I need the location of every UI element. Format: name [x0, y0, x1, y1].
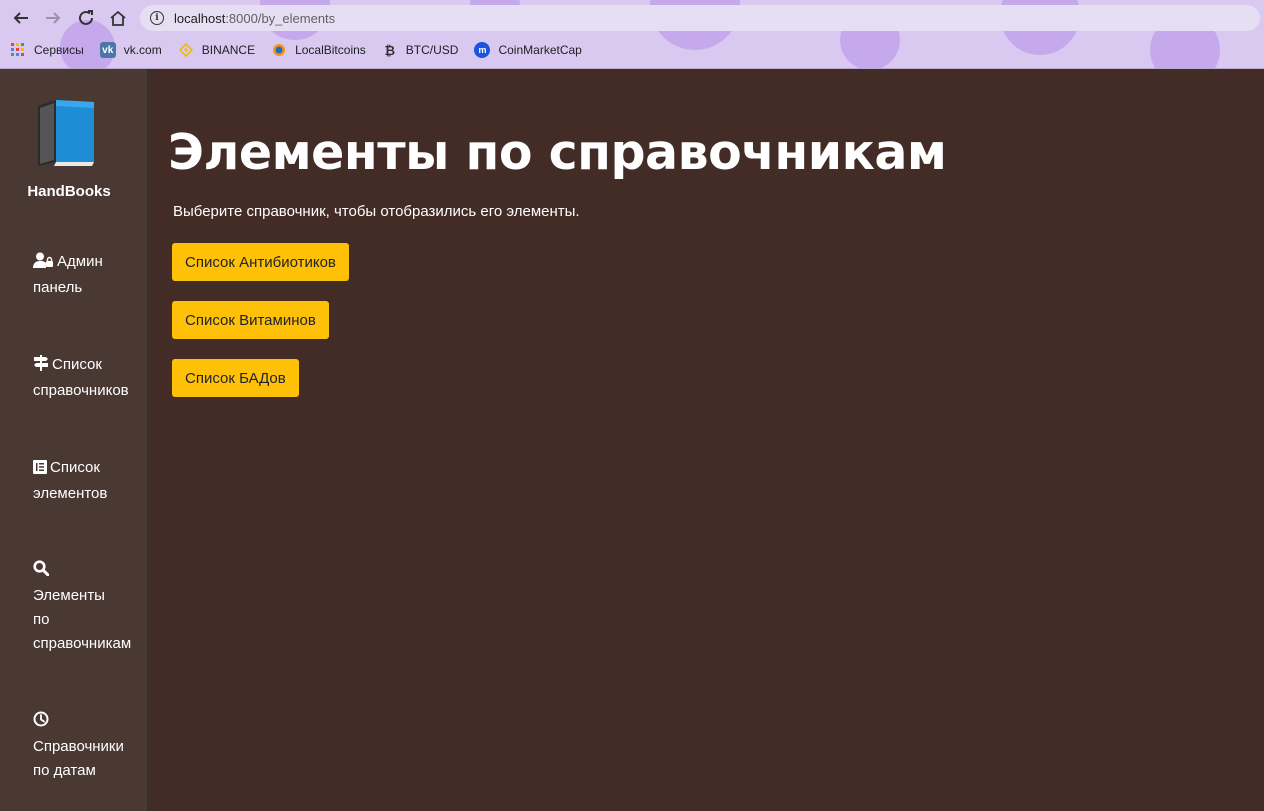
antibiotics-list-button[interactable]: Список Антибиотиков [172, 243, 349, 281]
apps-grid-icon [10, 42, 26, 58]
clock-icon [33, 711, 49, 735]
sidebar-item-elements[interactable]: Список элементов [33, 456, 145, 506]
list-box-icon [33, 458, 47, 482]
binance-icon [178, 42, 194, 58]
home-button[interactable] [107, 7, 129, 29]
sidebar-item-by-handbooks[interactable]: Элементы по справочникам [33, 558, 145, 656]
book-logo-icon[interactable] [34, 98, 96, 168]
page-title: Элементы по справочникам [168, 124, 947, 181]
vitamins-list-button[interactable]: Список Витаминов [172, 301, 329, 339]
bookmark-binance[interactable]: BINANCE [178, 42, 255, 58]
page-subtitle: Выберите справочник, чтобы отобразились … [173, 203, 580, 220]
bookmark-btcusd[interactable]: ₿ BTC/USD [382, 42, 458, 58]
browser-chrome: i localhost:8000/by_elements Сервисы vk … [0, 0, 1264, 69]
bookmark-vk[interactable]: vk vk.com [99, 42, 162, 58]
bookmark-services[interactable]: Сервисы [10, 42, 84, 58]
arrow-right-icon [46, 12, 61, 24]
info-icon[interactable]: i [150, 11, 164, 25]
back-button[interactable] [10, 7, 32, 29]
bookmark-localbitcoins[interactable]: LocalBitcoins [271, 42, 366, 58]
search-icon [33, 560, 50, 584]
forward-button[interactable] [42, 7, 64, 29]
home-icon [110, 10, 126, 26]
bitcoin-icon: ₿ [384, 42, 396, 58]
user-lock-icon [33, 252, 54, 276]
address-bar[interactable]: i localhost:8000/by_elements [140, 5, 1260, 31]
sidebar-divider [147, 69, 152, 811]
vk-icon: vk [99, 42, 116, 58]
coinmarketcap-icon: m [474, 42, 491, 58]
brand-name[interactable]: HandBooks [0, 183, 138, 200]
signpost-icon [33, 355, 49, 379]
sidebar-item-handbooks[interactable]: Список справочников [33, 353, 145, 403]
sidebar-item-by-dates[interactable]: Справочники по датам [33, 709, 145, 783]
reload-button[interactable] [75, 7, 97, 29]
bookmark-coinmarketcap[interactable]: m CoinMarketCap [474, 42, 582, 58]
sidebar [0, 69, 147, 811]
url-text: localhost:8000/by_elements [174, 10, 336, 26]
supplements-list-button[interactable]: Список БАДов [172, 359, 299, 397]
reload-icon [79, 10, 93, 25]
arrow-left-icon [13, 12, 28, 24]
localbitcoins-icon [271, 42, 287, 58]
bookmarks-bar: Сервисы vk vk.com BINANCE LocalBitcoins … [10, 40, 598, 60]
sidebar-item-admin[interactable]: Админ панель [33, 250, 145, 300]
